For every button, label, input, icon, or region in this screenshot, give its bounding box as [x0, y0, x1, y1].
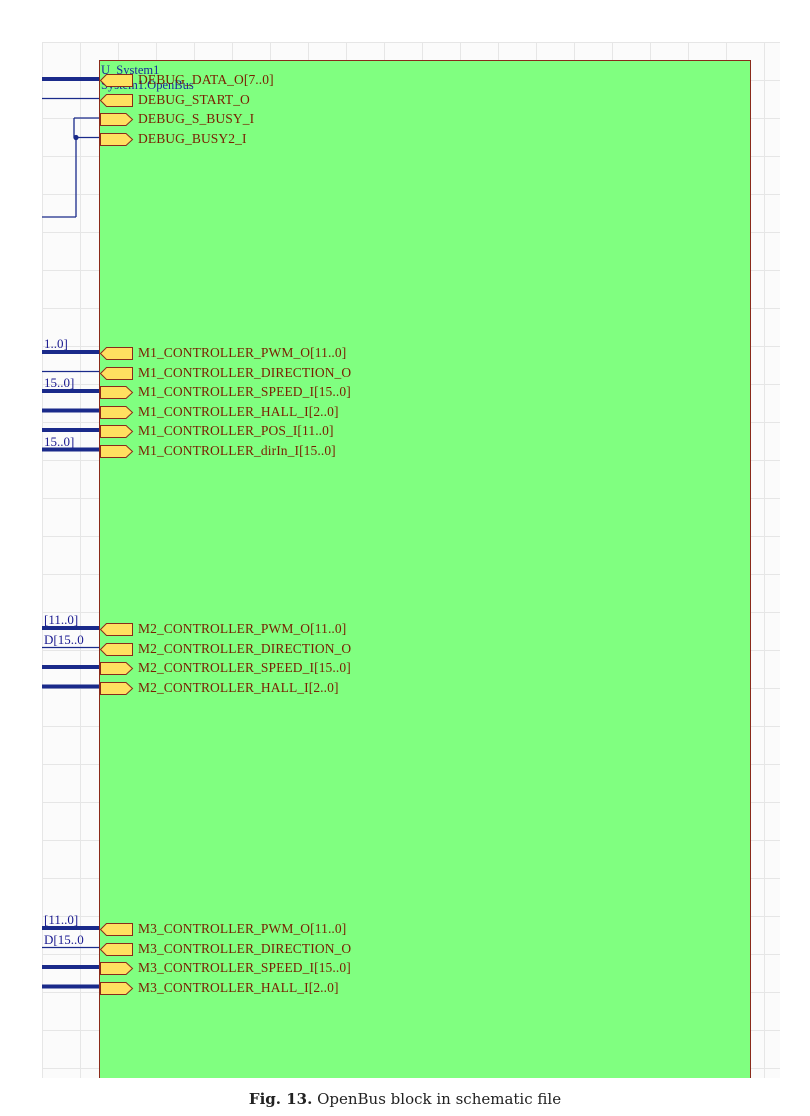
net-label: [11..0] — [44, 613, 79, 627]
sheet-entry[interactable]: M1_CONTROLLER_POS_I[11..0] — [100, 423, 430, 438]
sheet-entry[interactable]: M2_CONTROLLER_HALL_I[2..0] — [100, 679, 430, 695]
sheet-entry-name: DEBUG_S_BUSY_I — [138, 111, 255, 126]
net-label: D[15..0 — [44, 632, 84, 647]
sheet-entry-name: M1_CONTROLLER_DIRECTION_O — [138, 364, 352, 380]
input-port-icon — [100, 425, 134, 438]
sheet-entry[interactable]: M3_CONTROLLER_HALL_I[2..0] — [100, 979, 430, 995]
sheet-entry[interactable]: M1_CONTROLLER_PWM_O[11..0] — [100, 345, 430, 360]
sheet-entry-name: M1_CONTROLLER_POS_I[11..0] — [138, 423, 334, 438]
input-port-icon — [100, 662, 134, 675]
input-port-icon — [100, 444, 134, 458]
output-port-icon — [100, 74, 133, 87]
sheet-entry-name: M2_CONTROLLER_HALL_I[2..0] — [138, 679, 339, 695]
input-port-icon — [100, 981, 134, 995]
sheet-entry-name: M2_CONTROLLER_PWM_O[11..0] — [138, 621, 347, 636]
sheet-entry[interactable]: DEBUG_DATA_O[7..0] — [100, 72, 430, 87]
sheet-entry-name: M1_CONTROLLER_dirIn_I[15..0] — [138, 442, 336, 458]
sheet-entry[interactable]: M2_CONTROLLER_DIRECTION_O — [100, 640, 430, 656]
sheet-entry-name: M2_CONTROLLER_SPEED_I[15..0] — [138, 660, 351, 675]
output-port-icon — [100, 642, 133, 656]
net-label: D[15..0 — [44, 932, 84, 947]
sheet-entry-name: M2_CONTROLLER_DIRECTION_O — [138, 640, 352, 656]
figure-caption: Fig. 13. OpenBus block in schematic file — [0, 1090, 810, 1108]
sheet-entry-name: M3_CONTROLLER_SPEED_I[15..0] — [138, 960, 351, 975]
figure-number: Fig. 13. — [248, 1090, 313, 1108]
sheet-entry-name: M3_CONTROLLER_DIRECTION_O — [138, 940, 352, 956]
sheet-entry[interactable]: M1_CONTROLLER_HALL_I[2..0] — [100, 403, 430, 419]
net-label: 15..0] — [44, 376, 75, 390]
sheet-entry[interactable]: M3_CONTROLLER_SPEED_I[15..0] — [100, 960, 430, 975]
sheet-entry-name: M1_CONTROLLER_HALL_I[2..0] — [138, 403, 339, 419]
sheet-entry[interactable]: M3_CONTROLLER_PWM_O[11..0] — [100, 921, 430, 936]
output-port-icon — [100, 942, 133, 956]
sheet-entry[interactable]: M3_CONTROLLER_DIRECTION_O — [100, 940, 430, 956]
figure-caption-text: OpenBus block in schematic file — [317, 1090, 562, 1108]
output-port-icon — [100, 93, 133, 107]
input-port-icon — [100, 681, 134, 695]
net-label: 15..0] — [44, 434, 75, 449]
schematic-canvas: U_System1 System1.OpenBus DEBUG_DATA_O[7… — [42, 42, 780, 1078]
output-port-icon — [100, 623, 133, 636]
net-label: 1..0] — [44, 337, 68, 351]
sheet-entry[interactable]: M1_CONTROLLER_DIRECTION_O — [100, 364, 430, 380]
sheet-entry-name: M1_CONTROLLER_SPEED_I[15..0] — [138, 384, 351, 399]
input-port-icon — [100, 405, 134, 419]
sheet-entry-name: M1_CONTROLLER_PWM_O[11..0] — [138, 345, 347, 360]
input-port-icon — [100, 113, 134, 126]
sheet-entry[interactable]: DEBUG_S_BUSY_I — [100, 111, 430, 126]
junction-dot — [73, 134, 79, 141]
sheet-symbol[interactable]: U_System1 System1.OpenBus DEBUG_DATA_O[7… — [99, 60, 751, 1078]
sheet-entry[interactable]: DEBUG_START_O — [100, 91, 430, 107]
net-label: [11..0] — [44, 913, 79, 927]
sheet-entry[interactable]: M1_CONTROLLER_SPEED_I[15..0] — [100, 384, 430, 399]
sheet-entry[interactable]: M1_CONTROLLER_dirIn_I[15..0] — [100, 442, 430, 458]
sheet-entry-name: M3_CONTROLLER_PWM_O[11..0] — [138, 921, 347, 936]
sheet-entry[interactable]: M2_CONTROLLER_PWM_O[11..0] — [100, 621, 430, 636]
output-port-icon — [100, 347, 133, 360]
sheet-entry-name: DEBUG_DATA_O[7..0] — [138, 72, 274, 87]
sheet-entry[interactable]: M2_CONTROLLER_SPEED_I[15..0] — [100, 660, 430, 675]
sheet-entry-name: DEBUG_START_O — [138, 91, 250, 107]
input-port-icon — [100, 386, 134, 399]
input-port-icon — [100, 132, 134, 146]
input-port-icon — [100, 962, 134, 975]
sheet-entry[interactable]: DEBUG_BUSY2_I — [100, 130, 430, 146]
sheet-entry-name: DEBUG_BUSY2_I — [138, 130, 247, 146]
sheet-entry-name: M3_CONTROLLER_HALL_I[2..0] — [138, 979, 339, 995]
output-port-icon — [100, 923, 133, 936]
output-port-icon — [100, 366, 133, 380]
